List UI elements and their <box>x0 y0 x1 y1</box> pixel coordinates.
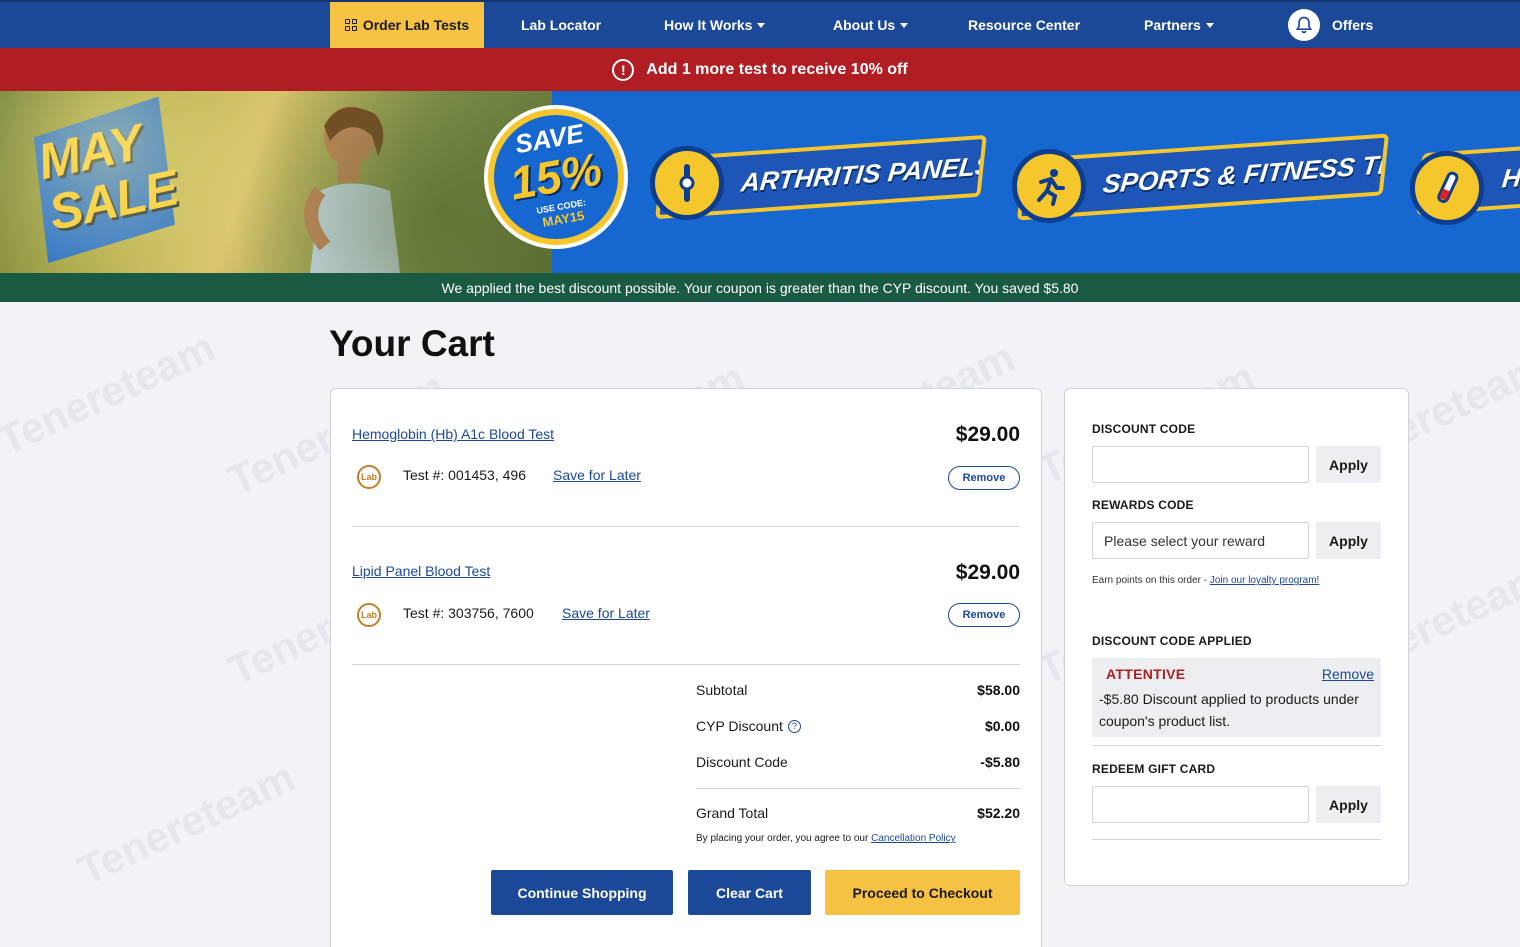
discount-panel: DISCOUNT CODE Apply REWARDS CODE Please … <box>1064 388 1409 886</box>
item-name-link[interactable]: Lipid Panel Blood Test <box>352 563 490 579</box>
save-for-later-link[interactable]: Save for Later <box>553 467 641 483</box>
subtotal-label: Subtotal <box>696 682 748 698</box>
caret-down-icon <box>1205 22 1214 28</box>
test-number: Test #: 303756, 7600 <box>403 605 534 621</box>
caret-down-icon <box>757 22 766 28</box>
apply-discount-button[interactable]: Apply <box>1316 446 1381 483</box>
divider <box>696 788 1020 789</box>
cart-panel: Hemoglobin (Hb) A1c Blood Test $29.00 La… <box>330 388 1042 947</box>
alert-icon: ! <box>612 58 635 81</box>
nav-label: About Us <box>833 17 896 33</box>
test-tube-icon <box>1410 151 1484 225</box>
may-sale-badge: MAY SALE <box>19 95 195 263</box>
bell-icon <box>1288 9 1320 41</box>
nav-about-us[interactable]: About Us <box>833 2 909 48</box>
earn-points-text: Earn points on this order - Join our loy… <box>1092 575 1319 586</box>
save-for-later-link[interactable]: Save for Later <box>562 605 650 621</box>
remove-coupon-link[interactable]: Remove <box>1322 666 1374 682</box>
nav-partners[interactable]: Partners <box>1144 2 1214 48</box>
lab-icon: Lab <box>357 603 381 627</box>
clear-cart-button[interactable]: Clear Cart <box>688 870 811 915</box>
nav-label: Lab Locator <box>521 17 602 33</box>
caret-down-icon <box>900 22 909 28</box>
test-number: Test #: 001453, 496 <box>403 467 526 483</box>
nav-how-it-works[interactable]: How It Works <box>664 2 766 48</box>
cancellation-policy-link[interactable]: Cancellation Policy <box>871 833 956 844</box>
may-sale-banner[interactable]: MAY SALE SAVE 15% USE CODE: MAY15 ARTHRI… <box>0 91 1520 273</box>
cyp-discount-value: $0.00 <box>984 718 1020 734</box>
loyalty-program-link[interactable]: Join our loyalty program! <box>1210 575 1320 586</box>
coupon-description: -$5.80 Discount applied to products unde… <box>1099 691 1359 729</box>
watermark: Tenereteam <box>0 323 222 465</box>
nav-resource-center[interactable]: Resource Center <box>968 2 1080 48</box>
grid-icon <box>344 19 357 31</box>
discount-applied-heading: DISCOUNT CODE APPLIED <box>1092 634 1252 648</box>
nav-label: How It Works <box>664 17 753 33</box>
page-title: Your Cart <box>329 323 495 364</box>
rewards-code-heading: REWARDS CODE <box>1092 498 1194 512</box>
remove-button[interactable]: Remove <box>948 603 1020 627</box>
discount-code-heading: DISCOUNT CODE <box>1092 422 1196 436</box>
top-nav: Order Lab Tests Lab Locator How It Works… <box>0 0 1520 48</box>
remove-button[interactable]: Remove <box>948 466 1020 490</box>
gift-card-heading: REDEEM GIFT CARD <box>1092 762 1216 776</box>
divider <box>1092 745 1381 746</box>
rewards-select[interactable]: Please select your reward <box>1092 522 1309 559</box>
cyp-label-text: CYP Discount <box>696 718 783 734</box>
coupon-name: ATTENTIVE <box>1106 666 1186 682</box>
grand-total-label: Grand Total <box>696 805 769 821</box>
item-price: $29.00 <box>955 561 1020 584</box>
subtotal-value: $58.00 <box>977 682 1020 698</box>
nav-order-lab-tests[interactable]: Order Lab Tests <box>330 2 484 48</box>
nav-label: Resource Center <box>968 17 1081 33</box>
grand-total-value: $52.20 <box>977 805 1020 821</box>
divider <box>1092 839 1381 840</box>
item-price: $29.00 <box>955 423 1020 446</box>
apply-rewards-button[interactable]: Apply <box>1316 522 1381 559</box>
discount-code-label: Discount Code <box>696 754 788 770</box>
notice-text: We applied the best discount possible. Y… <box>441 279 1079 296</box>
continue-shopping-button[interactable]: Continue Shopping <box>491 870 673 915</box>
nav-label: Offers <box>1332 17 1374 33</box>
discount-code-input[interactable] <box>1092 446 1309 483</box>
runner-icon <box>1012 149 1086 223</box>
agreement-text: By placing your order, you agree to our … <box>696 833 956 844</box>
gift-card-input[interactable] <box>1092 786 1309 823</box>
proceed-to-checkout-button[interactable]: Proceed to Checkout <box>825 870 1020 915</box>
promo-text: Add 1 more test to receive 10% off <box>646 60 908 78</box>
discount-code-value: -$5.80 <box>980 754 1020 770</box>
item-name-link[interactable]: Hemoglobin (Hb) A1c Blood Test <box>352 426 554 442</box>
help-icon[interactable]: ? <box>787 719 801 733</box>
agreement-label: By placing your order, you agree to our <box>696 833 872 844</box>
nav-lab-locator[interactable]: Lab Locator <box>521 2 601 48</box>
watermark: Tenereteam <box>70 753 302 895</box>
may-sale-text: MAY SALE <box>33 113 183 242</box>
joint-icon <box>650 146 724 220</box>
promo-bar: ! Add 1 more test to receive 10% off <box>0 48 1520 91</box>
apply-gift-card-button[interactable]: Apply <box>1316 786 1381 823</box>
lab-icon: Lab <box>357 465 381 489</box>
divider <box>352 526 1020 527</box>
nav-offers[interactable]: Offers <box>1288 2 1373 48</box>
earn-label: Earn points on this order - <box>1092 575 1210 586</box>
pill-label: SPORTS & FITNESS TESTS <box>1101 144 1390 199</box>
banner-photo: MAY SALE <box>0 91 552 273</box>
applied-coupon: ATTENTIVE Remove -$5.80 Discount applied… <box>1092 658 1381 737</box>
pill-label: ARTHRITIS PANELS <box>739 149 987 197</box>
nav-label: Order Lab Tests <box>362 17 470 33</box>
runner-image <box>304 106 400 273</box>
pill-label: HI <box>1500 161 1520 193</box>
divider <box>352 664 1020 665</box>
cyp-discount-label: CYP Discount ? <box>696 718 801 734</box>
discount-notice: We applied the best discount possible. Y… <box>0 273 1520 302</box>
nav-label: Partners <box>1144 17 1201 33</box>
